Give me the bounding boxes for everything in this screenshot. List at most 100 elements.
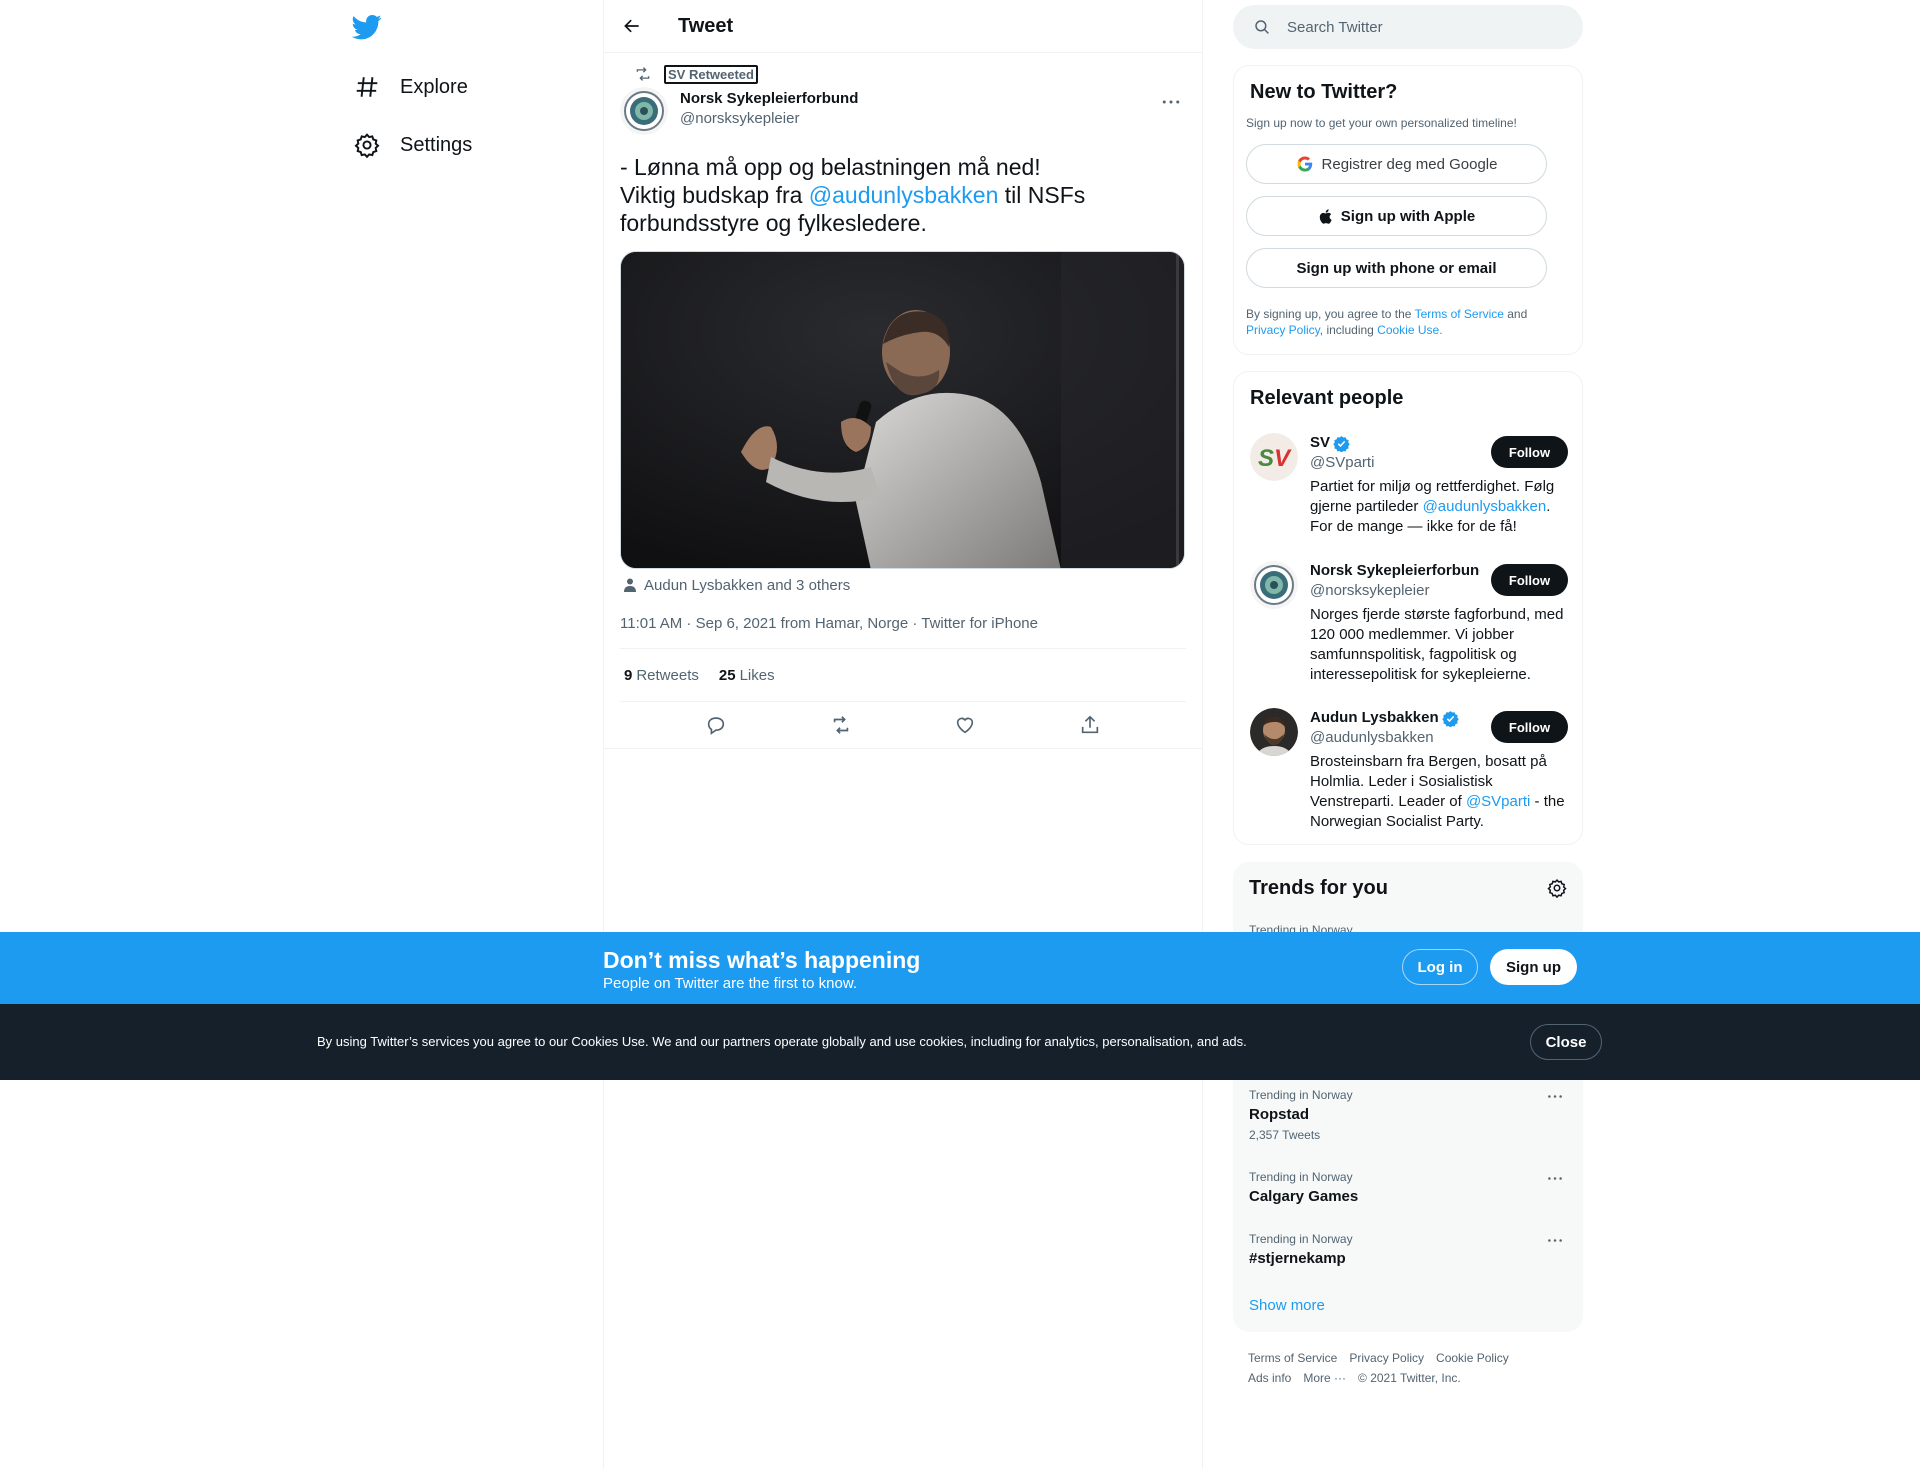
- follow-button[interactable]: Follow: [1491, 564, 1568, 596]
- terms-link[interactable]: Terms of Service: [1415, 307, 1504, 321]
- author-handle[interactable]: @norsksykepleier: [680, 109, 858, 129]
- person-handle[interactable]: @norsksykepleier: [1310, 581, 1429, 601]
- search-bar[interactable]: [1233, 5, 1583, 49]
- heart-icon: [957, 717, 974, 734]
- person-name[interactable]: Norsk Sykepleierforbund: [1310, 561, 1480, 581]
- person-bio: Partiet for miljø og rettferdighet. Følg…: [1310, 477, 1568, 537]
- phone-email-signup-button[interactable]: Sign up with phone or email: [1246, 248, 1547, 288]
- reply-button[interactable]: [696, 705, 736, 745]
- tweet-author: Norsk Sykepleierforbund @norsksykepleier: [620, 87, 1186, 145]
- google-icon: [1296, 155, 1314, 173]
- avatar[interactable]: SV: [1250, 433, 1298, 481]
- new-to-twitter-subtitle: Sign up now to get your own personalized…: [1246, 116, 1517, 130]
- follow-button[interactable]: Follow: [1491, 436, 1568, 468]
- share-button[interactable]: [1070, 705, 1110, 745]
- tweet-text: - Lønna må opp og belastningen må ned! V…: [620, 153, 1186, 237]
- footer-copyright: © 2021 Twitter, Inc.: [1358, 1371, 1461, 1385]
- tweet-text-segment: til NSFs: [998, 182, 1086, 208]
- new-to-twitter-panel: New to Twitter? Sign up now to get your …: [1233, 65, 1583, 355]
- mention-link[interactable]: @audunlysbakken: [809, 182, 999, 208]
- back-button[interactable]: [614, 8, 650, 44]
- tweet-detail: SV Retweeted Norsk Sykepleierforbund @no…: [604, 61, 1202, 749]
- signup-legal-text: By signing up, you agree to the Terms of…: [1234, 306, 1582, 338]
- tweet-more-button[interactable]: [1156, 91, 1186, 113]
- trend-context: Trending in Norway: [1249, 1232, 1353, 1246]
- legal-text: , including: [1319, 323, 1378, 337]
- trend-more-button[interactable]: [1543, 1087, 1567, 1105]
- trend-more-button[interactable]: [1543, 1169, 1567, 1187]
- trend-item[interactable]: Trending in Norway Calgary Games: [1249, 1169, 1567, 1207]
- person-name[interactable]: Audun Lysbakken: [1310, 708, 1480, 728]
- legal-text: By signing up, you agree to the: [1246, 307, 1415, 321]
- person-handle[interactable]: @SVparti: [1310, 453, 1374, 473]
- person-name-text: SV: [1310, 434, 1331, 451]
- retweeted-by-link[interactable]: SV Retweeted: [664, 64, 758, 84]
- trend-item[interactable]: Trending in Norway #stjernekamp: [1249, 1231, 1567, 1269]
- retweets-stat[interactable]: 9 Retweets: [624, 667, 699, 684]
- privacy-link[interactable]: Privacy Policy: [1246, 323, 1320, 337]
- signup-button[interactable]: Sign up: [1490, 949, 1577, 985]
- like-button[interactable]: [945, 705, 985, 745]
- trend-name: Ropstad: [1249, 1106, 1309, 1123]
- footer-terms-link[interactable]: Terms of Service: [1248, 1348, 1337, 1368]
- footer-cookie-link[interactable]: Cookie Policy: [1436, 1348, 1509, 1368]
- retweet-icon: [634, 65, 652, 83]
- trends-title: Trends for you: [1249, 877, 1388, 899]
- nav-explore[interactable]: Explore: [348, 63, 474, 111]
- tweet-photo[interactable]: [620, 251, 1185, 569]
- person-handle[interactable]: @audunlysbakken: [1310, 728, 1434, 748]
- footer-more-link[interactable]: More ···: [1303, 1368, 1346, 1388]
- nav-settings-label: Settings: [400, 133, 473, 156]
- arrow-left-icon: [624, 19, 639, 33]
- person-icon: [622, 577, 638, 593]
- gear-icon: [1547, 878, 1567, 898]
- trend-more-button[interactable]: [1543, 1231, 1567, 1249]
- avatar[interactable]: [1250, 708, 1298, 756]
- retweet-icon: [833, 716, 848, 734]
- share-icon: [1081, 715, 1098, 734]
- nav-settings[interactable]: Settings: [348, 121, 478, 169]
- twitter-logo-icon[interactable]: [352, 12, 382, 42]
- apple-signup-label: Sign up with Apple: [1340, 207, 1476, 225]
- person-card[interactable]: SV SV @SVparti Follow Partiet for miljø …: [1250, 433, 1568, 543]
- avatar[interactable]: [1250, 561, 1298, 609]
- person-card[interactable]: Norsk Sykepleierforbund @norsksykepleier…: [1250, 561, 1568, 683]
- hashtag-icon: [354, 74, 380, 100]
- cookie-close-button[interactable]: Close: [1530, 1024, 1602, 1060]
- tweet-stats: 9 Retweets 25 Likes: [620, 649, 1186, 702]
- main-column: Tweet SV Retweeted Norsk Sykepleierforbu…: [603, 0, 1203, 1469]
- follow-button[interactable]: Follow: [1491, 711, 1568, 743]
- trend-context: Trending in Norway: [1249, 1170, 1353, 1184]
- mention-link[interactable]: @SVparti: [1466, 793, 1530, 810]
- retweet-button[interactable]: [821, 705, 861, 745]
- mention-link[interactable]: @audunlysbakken: [1423, 498, 1547, 515]
- trends-settings-button[interactable]: [1545, 876, 1569, 900]
- show-more-link[interactable]: Show more: [1249, 1297, 1325, 1314]
- person-name-text: Norsk Sykepleierforbund: [1310, 562, 1480, 579]
- tagged-people[interactable]: Audun Lysbakken and 3 others: [620, 571, 1186, 599]
- search-input[interactable]: [1287, 18, 1547, 36]
- tweet-actions: [604, 702, 1202, 749]
- trend-item[interactable]: Trending in Norway Ropstad 2,357 Tweets: [1249, 1087, 1567, 1143]
- relevant-people-panel: Relevant people SV SV @SVparti Follow Pa…: [1233, 371, 1583, 845]
- cookie-bar: By using Twitter’s services you agree to…: [0, 1004, 1920, 1080]
- retweet-context: SV Retweeted: [620, 61, 1186, 87]
- footer-ads-link[interactable]: Ads info: [1248, 1368, 1291, 1388]
- footer-privacy-link[interactable]: Privacy Policy: [1349, 1348, 1424, 1368]
- person-name[interactable]: SV: [1310, 433, 1480, 453]
- likes-stat[interactable]: 25 Likes: [719, 667, 775, 684]
- footer-links: Terms of Service Privacy Policy Cookie Pol…: [1248, 1348, 1578, 1388]
- retweets-label: Retweets: [636, 666, 699, 684]
- author-name[interactable]: Norsk Sykepleierforbund: [680, 89, 858, 109]
- verified-badge-icon: [1333, 435, 1350, 452]
- tweet-timestamp[interactable]: 11:01 AM · Sep 6, 2021 from Hamar, Norge…: [620, 599, 1186, 649]
- login-button[interactable]: Log in: [1402, 949, 1478, 985]
- person-card[interactable]: Audun Lysbakken @audunlysbakken Follow B…: [1250, 708, 1568, 838]
- author-avatar[interactable]: [620, 87, 668, 135]
- cookie-text: By using Twitter’s services you agree to…: [317, 1034, 1247, 1049]
- new-to-twitter-title: New to Twitter?: [1250, 81, 1398, 103]
- google-signup-button[interactable]: Registrer deg med Google: [1246, 144, 1547, 184]
- likes-label: Likes: [739, 666, 775, 684]
- apple-signup-button[interactable]: Sign up with Apple: [1246, 196, 1547, 236]
- cookie-use-link[interactable]: Cookie Use.: [1377, 323, 1442, 337]
